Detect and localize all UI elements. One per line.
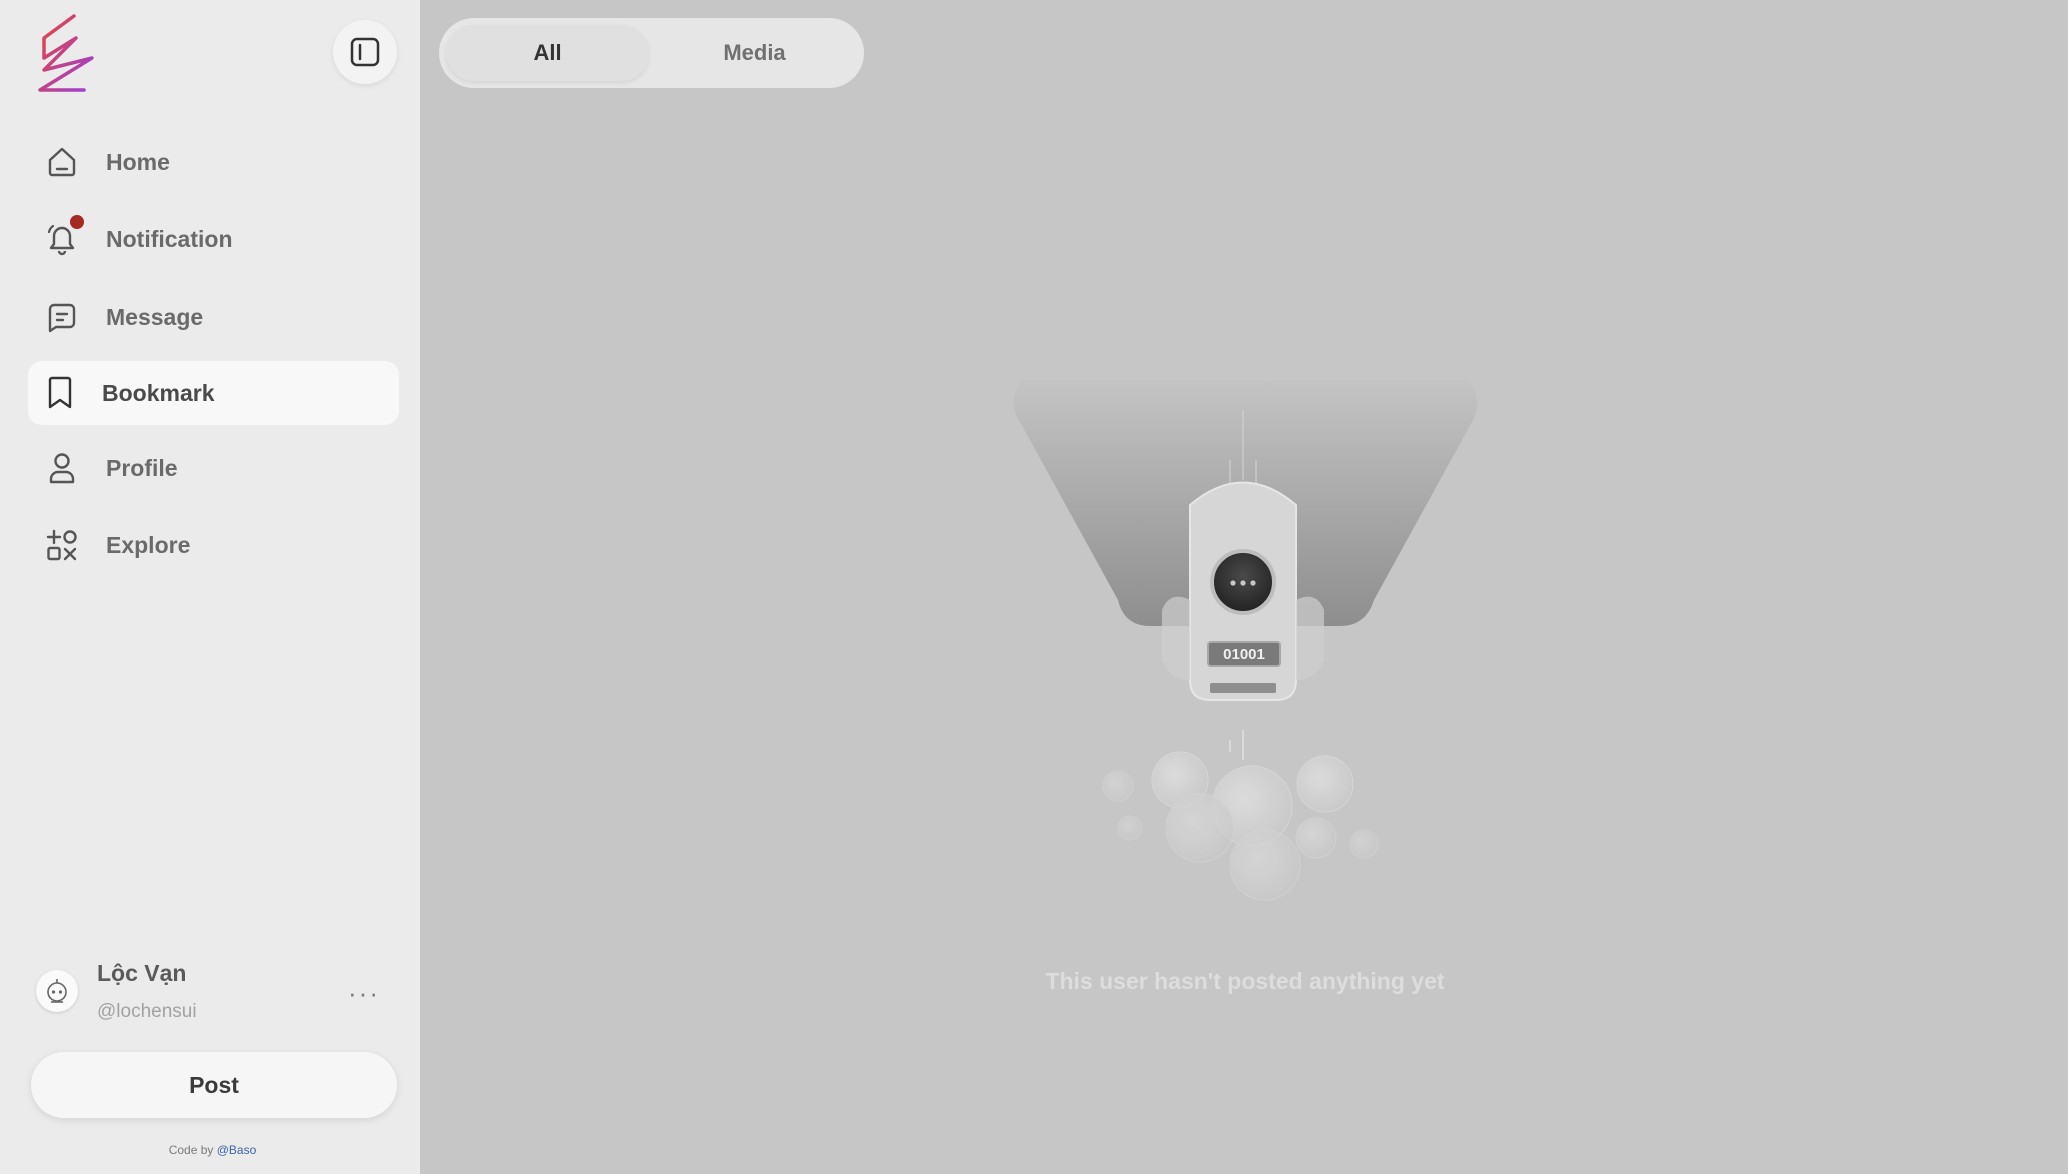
- current-user[interactable]: Lộc Vạn @lochensui ···: [36, 958, 396, 1030]
- message-icon: [44, 299, 80, 335]
- home-icon: [44, 144, 80, 180]
- sidebar-item-label: Bookmark: [102, 379, 215, 406]
- post-button[interactable]: Post: [31, 1052, 397, 1118]
- explore-icon: [44, 527, 80, 563]
- empty-state-message: This user hasn't posted anything yet: [1045, 968, 1445, 994]
- sidebar-item-notification[interactable]: Notification: [28, 207, 399, 271]
- empty-state-illustration: 01001: [1000, 360, 1490, 920]
- sidebar-item-label: Explore: [106, 531, 191, 558]
- credit-prefix: Code by: [168, 1143, 217, 1157]
- sidebar-item-message[interactable]: Message: [28, 285, 399, 349]
- credit-author-link[interactable]: @Baso: [217, 1143, 257, 1157]
- bookmark-icon: [42, 375, 78, 411]
- user-display-name: Lộc Vạn: [97, 960, 187, 986]
- sidebar-toggle-button[interactable]: [333, 20, 397, 84]
- sidebar-item-bookmark[interactable]: Bookmark: [28, 361, 399, 425]
- bell-icon: [44, 215, 84, 257]
- user-handle: @lochensui: [97, 1001, 197, 1022]
- sidebar-item-label: Message: [106, 303, 204, 330]
- notification-badge: [70, 215, 84, 229]
- avatar-robot-icon: [47, 979, 67, 1003]
- robot-display-text: 01001: [1223, 646, 1265, 663]
- tab-all[interactable]: All: [446, 25, 649, 81]
- sidebar-toggle-icon: [350, 37, 380, 67]
- sidebar-item-label: Notification: [106, 225, 233, 252]
- user-icon: [44, 450, 80, 486]
- feed-tabs: All Media: [439, 18, 864, 88]
- app-logo[interactable]: [32, 12, 98, 94]
- credit-line: Code by @Baso: [0, 1143, 425, 1157]
- sidebar-item-home[interactable]: Home: [28, 130, 399, 194]
- tab-media[interactable]: Media: [652, 25, 857, 81]
- sidebar-item-label: Profile: [106, 454, 178, 481]
- sidebar-item-explore[interactable]: Explore: [28, 513, 399, 577]
- more-options-button[interactable]: ···: [348, 978, 388, 1008]
- sidebar-item-profile[interactable]: Profile: [28, 436, 399, 500]
- sidebar: Home Notification Message Bookmark Profi…: [0, 0, 420, 1174]
- sidebar-item-label: Home: [106, 148, 170, 175]
- avatar[interactable]: [36, 970, 78, 1012]
